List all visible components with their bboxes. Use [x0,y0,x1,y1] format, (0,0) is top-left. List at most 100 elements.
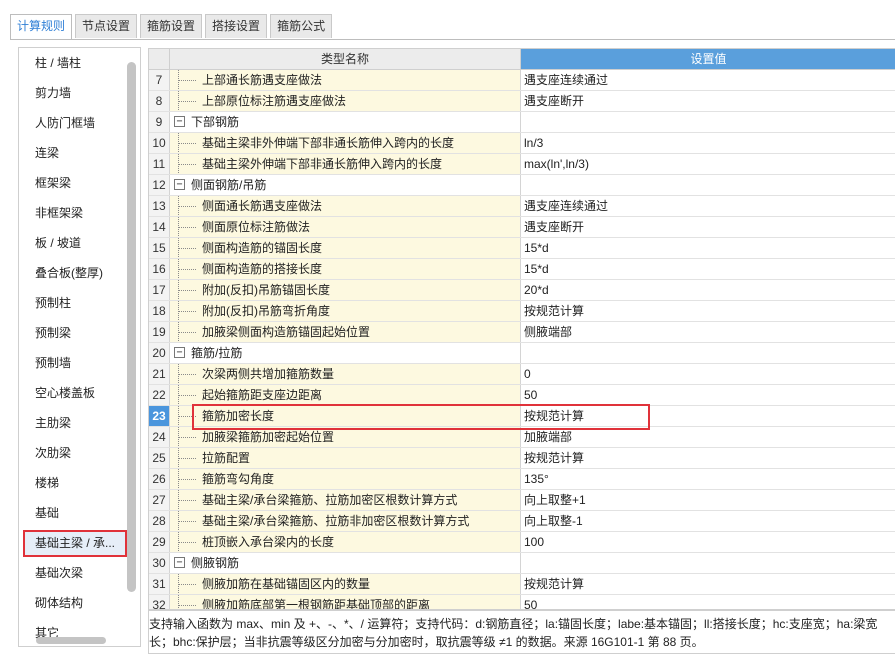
table-row[interactable]: 24 加腋梁箍筋加密起始位置 加腋端部 [149,427,895,448]
sidebar-item[interactable]: 基础 [23,500,127,527]
table-row[interactable]: 22 起始箍筋距支座边距离 50 [149,385,895,406]
row-value-cell[interactable]: 遇支座断开 [521,217,895,237]
row-label: 侧腋加筋在基础锚固区内的数量 [202,577,371,591]
table-row[interactable]: 10 基础主梁非外伸端下部非通长筋伸入跨内的长度 ln/3 [149,133,895,154]
row-name-cell: 附加(反扣)吊筋锚固长度 [170,280,521,300]
row-value-cell[interactable]: 按规范计算 [521,301,895,321]
sidebar-item[interactable]: 基础主梁 / 承... [23,530,127,557]
tree-branch-icon [178,500,196,501]
row-value-cell[interactable]: 50 [521,595,895,609]
table-row[interactable]: 14 侧面原位标注筋做法 遇支座断开 [149,217,895,238]
group-row[interactable]: 12− 侧面钢筋/吊筋 [149,175,895,196]
collapse-icon[interactable]: − [174,179,185,190]
row-value-cell[interactable]: 15*d [521,238,895,258]
table-row[interactable]: 16 侧面构造筋的搭接长度 15*d [149,259,895,280]
table-row[interactable]: 32 侧腋加筋底部第一根钢筋距基础顶部的距离 50 [149,595,895,609]
table-row[interactable]: 25 拉筋配置 按规范计算 [149,448,895,469]
sidebar-vertical-scrollbar[interactable] [127,62,136,592]
row-label: 加腋梁箍筋加密起始位置 [202,430,335,444]
row-value-cell[interactable]: 按规范计算 [521,448,895,468]
row-value-cell[interactable]: ln/3 [521,133,895,153]
row-name-cell: 附加(反扣)吊筋弯折角度 [170,301,521,321]
table-row[interactable]: 18 附加(反扣)吊筋弯折角度 按规范计算 [149,301,895,322]
sidebar-horizontal-scrollbar[interactable] [36,637,106,644]
table-row[interactable]: 21 次梁两侧共增加箍筋数量 0 [149,364,895,385]
table-row[interactable]: 8 上部原位标注筋遇支座做法 遇支座断开 [149,91,895,112]
tab-5[interactable]: 箍筋公式 [270,14,333,38]
row-label: 桩顶嵌入承台梁内的长度 [202,535,335,549]
row-value-cell[interactable]: 50 [521,385,895,405]
column-header-value[interactable]: 设置值 [521,49,895,69]
column-header-name[interactable]: 类型名称 [170,49,521,69]
row-name-cell: 桩顶嵌入承台梁内的长度 [170,532,521,552]
sidebar-item[interactable]: 框架梁 [23,170,127,197]
row-value-cell[interactable]: 遇支座连续通过 [521,70,895,90]
row-value-cell[interactable]: 135° [521,469,895,489]
row-value-cell[interactable]: 向上取整-1 [521,511,895,531]
collapse-icon[interactable]: − [174,116,185,127]
sidebar-item[interactable]: 剪力墙 [23,80,127,107]
table-row[interactable]: 27 基础主梁/承台梁箍筋、拉筋加密区根数计算方式 向上取整+1 [149,490,895,511]
table-row[interactable]: 31 侧腋加筋在基础锚固区内的数量 按规范计算 [149,574,895,595]
row-value-cell[interactable]: 15*d [521,259,895,279]
collapse-icon[interactable]: − [174,347,185,358]
sidebar-item[interactable]: 空心楼盖板 [23,380,127,407]
sidebar-item[interactable]: 非框架梁 [23,200,127,227]
row-name-cell: 起始箍筋距支座边距离 [170,385,521,405]
table-row[interactable]: 17 附加(反扣)吊筋锚固长度 20*d [149,280,895,301]
sidebar-item[interactable]: 柱 / 墙柱 [23,50,127,77]
sidebar-item[interactable]: 次肋梁 [23,440,127,467]
row-value-cell[interactable]: 侧腋端部 [521,322,895,342]
row-value-cell[interactable]: 100 [521,532,895,552]
row-number: 14 [149,217,170,237]
table-row[interactable]: 29 桩顶嵌入承台梁内的长度 100 [149,532,895,553]
row-number: 7 [149,70,170,90]
row-number: 24 [149,427,170,447]
group-row[interactable]: 30− 侧腋钢筋 [149,553,895,574]
table-row[interactable]: 28 基础主梁/承台梁箍筋、拉筋非加密区根数计算方式 向上取整-1 [149,511,895,532]
row-value-cell[interactable]: 遇支座连续通过 [521,196,895,216]
row-label: 附加(反扣)吊筋弯折角度 [202,304,330,318]
table-row[interactable]: 26 箍筋弯勾角度 135° [149,469,895,490]
row-value-cell[interactable]: 加腋端部 [521,427,895,447]
row-label: 基础主梁非外伸端下部非通长筋伸入跨内的长度 [202,136,455,150]
sidebar-item[interactable]: 人防门框墙 [23,110,127,137]
sidebar-item[interactable]: 预制梁 [23,320,127,347]
row-name-cell: − 箍筋/拉筋 [170,343,521,363]
row-value-cell[interactable]: 遇支座断开 [521,91,895,111]
sidebar-item[interactable]: 叠合板(整厚) [23,260,127,287]
tab-1[interactable]: 计算规则 [10,14,73,40]
sidebar-item[interactable]: 楼梯 [23,470,127,497]
tree-branch-icon [178,332,196,333]
table-row[interactable]: 11 基础主梁外伸端下部非通长筋伸入跨内的长度 max(ln',ln/3) [149,154,895,175]
help-text-line-2: 长；bhc:保护层；当非抗震等级区分加密与分加密时，取抗震等级 ≠1 的数据。来… [149,635,704,649]
collapse-icon[interactable]: − [174,557,185,568]
sidebar-item[interactable]: 连梁 [23,140,127,167]
row-value-cell[interactable]: 0 [521,364,895,384]
group-row[interactable]: 20− 箍筋/拉筋 [149,343,895,364]
row-value-cell[interactable] [521,175,895,195]
table-row[interactable]: 19 加腋梁侧面构造筋锚固起始位置 侧腋端部 [149,322,895,343]
row-value-cell[interactable]: 20*d [521,280,895,300]
row-number: 30 [149,553,170,573]
tab-3[interactable]: 箍筋设置 [140,14,203,38]
row-value-cell[interactable]: 向上取整+1 [521,490,895,510]
table-row[interactable]: 7 上部通长筋遇支座做法 遇支座连续通过 [149,70,895,91]
sidebar-item[interactable]: 板 / 坡道 [23,230,127,257]
sidebar-item[interactable]: 主肋梁 [23,410,127,437]
row-value-cell[interactable]: 按规范计算 [521,574,895,594]
row-value-cell[interactable] [521,343,895,363]
row-name-cell: 上部原位标注筋遇支座做法 [170,91,521,111]
sidebar-item[interactable]: 砌体结构 [23,590,127,617]
sidebar-item[interactable]: 预制柱 [23,290,127,317]
row-value-cell[interactable] [521,112,895,132]
tab-4[interactable]: 搭接设置 [205,14,268,38]
row-value-cell[interactable]: max(ln',ln/3) [521,154,895,174]
table-row[interactable]: 13 侧面通长筋遇支座做法 遇支座连续通过 [149,196,895,217]
sidebar-item[interactable]: 预制墙 [23,350,127,377]
sidebar-item[interactable]: 基础次梁 [23,560,127,587]
group-row[interactable]: 9− 下部钢筋 [149,112,895,133]
row-value-cell[interactable] [521,553,895,573]
tab-2[interactable]: 节点设置 [75,14,138,38]
table-row[interactable]: 15 侧面构造筋的锚固长度 15*d [149,238,895,259]
